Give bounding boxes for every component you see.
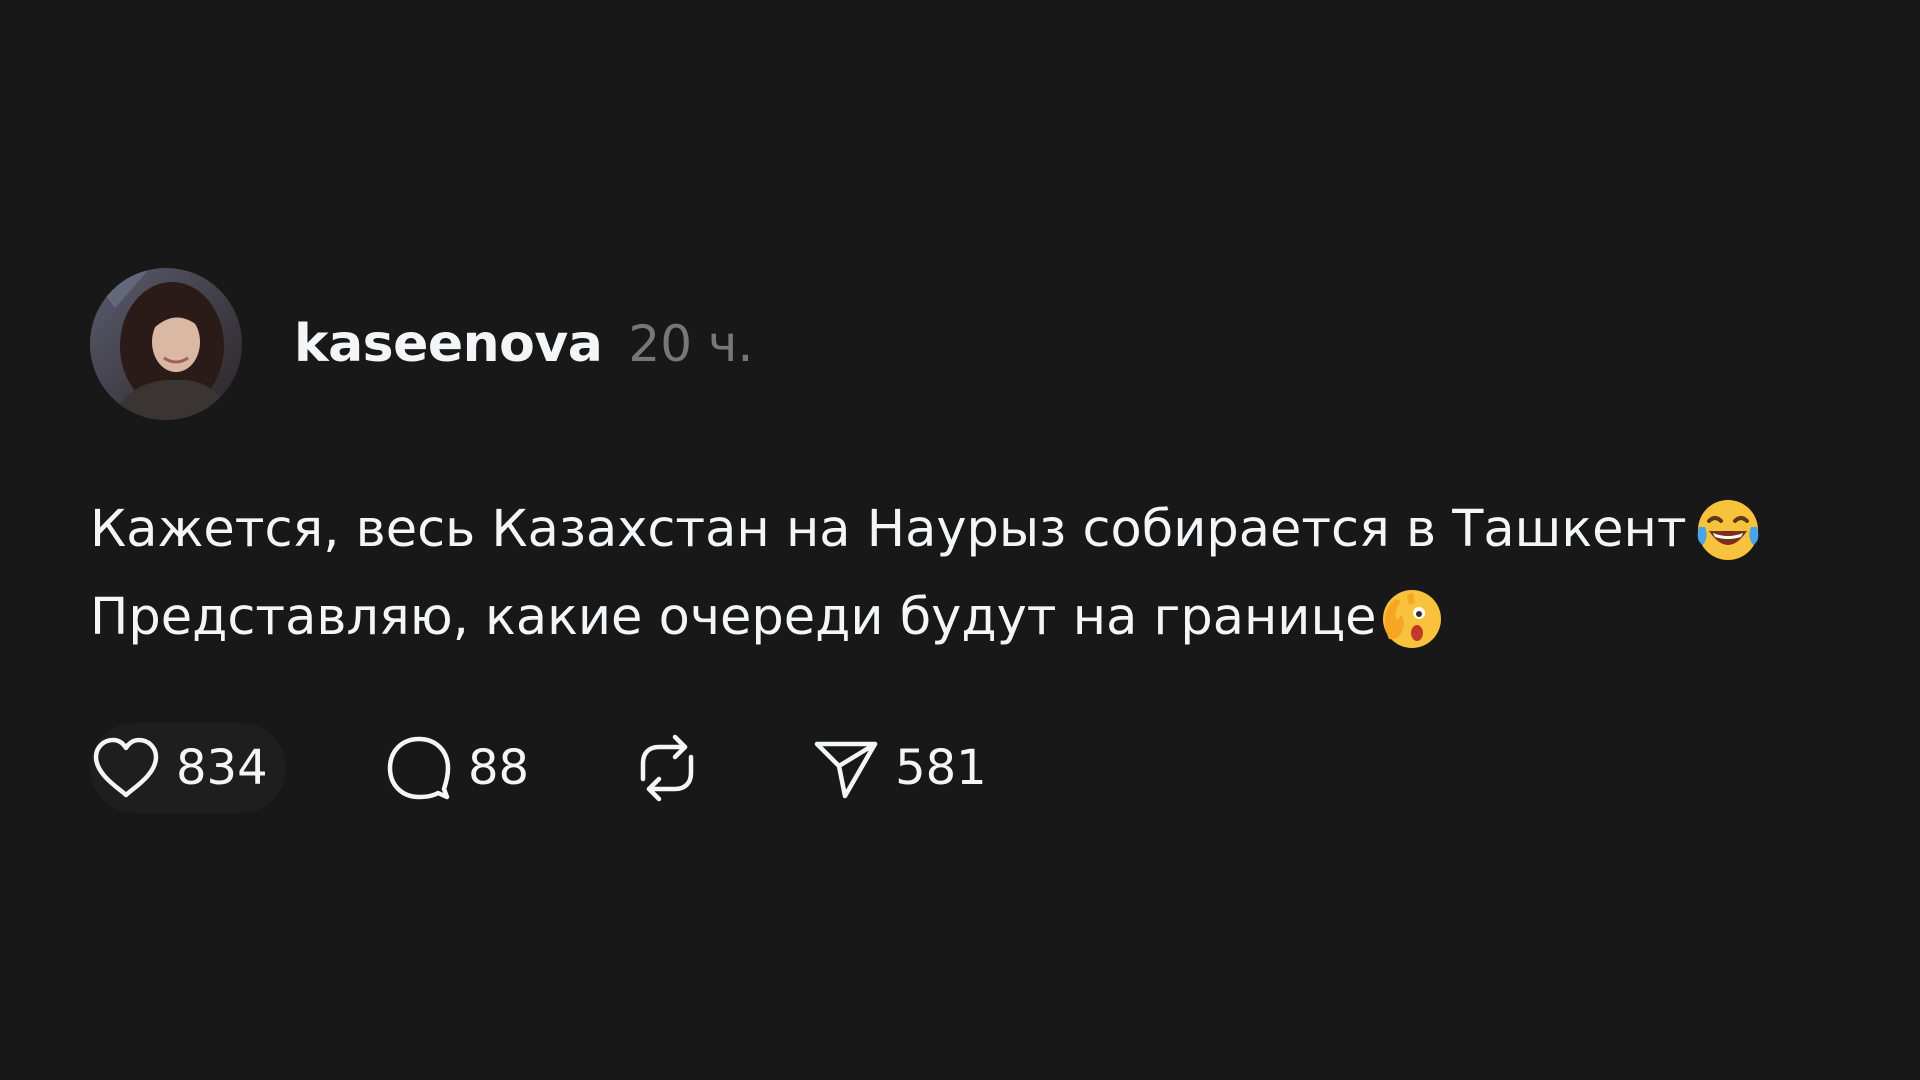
post-header: kaseenova 20 ч. xyxy=(90,268,1850,420)
post-text-line: Представляю, какие очереди будут на гран… xyxy=(90,574,1850,662)
share-button[interactable]: 581 xyxy=(811,723,987,813)
post-text: Кажется, весь Казахстан на Наурыз собира… xyxy=(90,486,1850,662)
author-username[interactable]: kaseenova xyxy=(294,314,603,374)
like-count: 834 xyxy=(176,740,268,796)
post-text-line-2: Представляю, какие очереди будут на гран… xyxy=(90,588,1377,647)
face-with-tears-of-joy-emoji-icon xyxy=(1695,497,1761,563)
thread-post: kaseenova 20 ч. Кажется, весь Казахстан … xyxy=(90,268,1850,816)
post-text-line: Кажется, весь Казахстан на Наурыз собира… xyxy=(90,486,1850,574)
share-count: 581 xyxy=(895,740,987,796)
send-icon xyxy=(811,736,881,800)
heart-icon xyxy=(90,735,162,801)
reply-count: 88 xyxy=(468,740,530,796)
like-button[interactable]: 834 xyxy=(90,723,286,813)
reply-button[interactable]: 88 xyxy=(384,723,529,813)
avatar[interactable] xyxy=(90,268,242,420)
shocked-face-with-hands-emoji-icon xyxy=(1379,585,1445,651)
comment-icon xyxy=(384,733,454,803)
post-actions: 834 88 581 xyxy=(90,720,1850,816)
repost-icon xyxy=(629,733,705,803)
repost-button[interactable] xyxy=(629,723,705,813)
post-text-line-1: Кажется, весь Казахстан на Наурыз собира… xyxy=(90,500,1687,559)
profile-photo-icon xyxy=(90,268,242,420)
post-timestamp[interactable]: 20 ч. xyxy=(628,315,753,373)
